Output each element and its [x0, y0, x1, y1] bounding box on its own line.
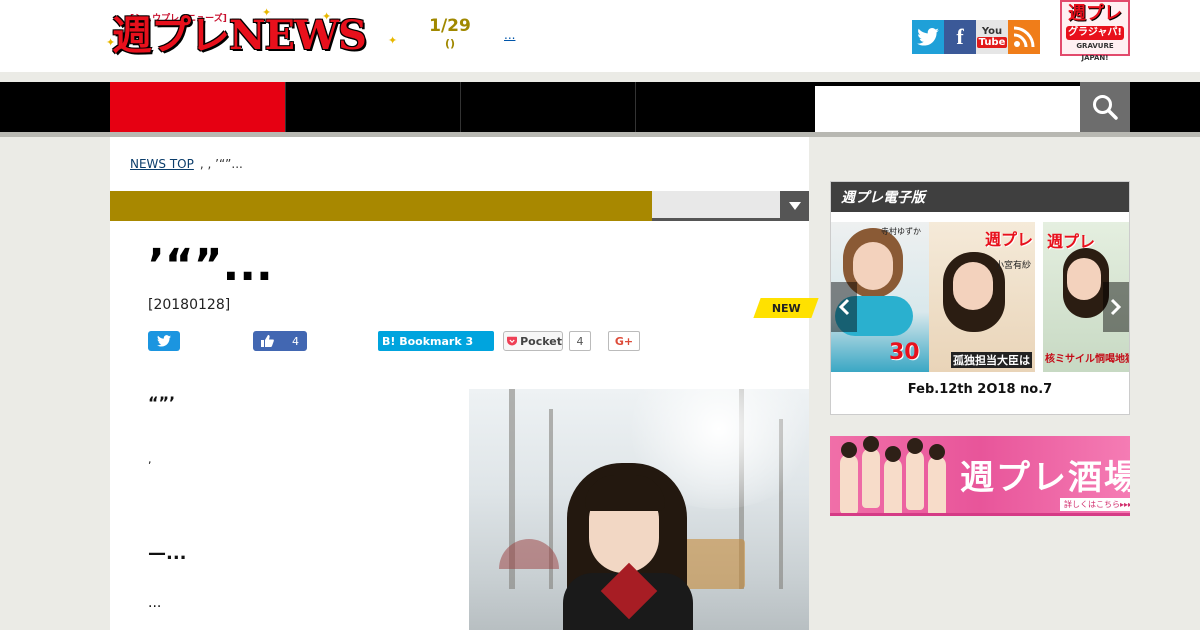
- today-date: 1/29 (): [420, 16, 480, 52]
- like-count: 4: [292, 334, 299, 348]
- search-button[interactable]: [1080, 82, 1130, 132]
- cover-name: 小宮有紗: [995, 261, 1032, 271]
- hatena-label: B! Bookmark 3: [382, 334, 474, 348]
- hatena-bookmark-button[interactable]: B! Bookmark 3: [378, 331, 494, 351]
- banner-model-head: [929, 444, 945, 460]
- article-subheading: —...: [148, 543, 187, 564]
- gravure-title: 週プレ: [1068, 3, 1122, 24]
- facebook-link[interactable]: f: [944, 20, 976, 54]
- ebook-issue[interactable]: Feb.12th 2O18 no.7: [831, 382, 1129, 397]
- ebook-widget: 週プレ電子版 寺村ゆずか 30 週プレ 小宮有紗 孤独担当大臣は 週プレ 核ミサ…: [830, 181, 1130, 415]
- nav-item-2[interactable]: [285, 82, 460, 132]
- shupure-sakaba-banner[interactable]: 週プレ酒場 詳しくはこちら▸▸▸: [830, 436, 1130, 516]
- star-icon: ✦: [106, 36, 116, 49]
- breadcrumb-rest: , , ’“”...: [199, 157, 243, 171]
- category-selector[interactable]: [652, 191, 780, 221]
- header-link[interactable]: ...: [504, 28, 579, 42]
- star-icon: ✦: [322, 10, 332, 23]
- youtube-link[interactable]: You Tube: [976, 20, 1008, 54]
- article-paragraph: ,: [148, 453, 152, 466]
- article-photo: [469, 389, 809, 630]
- banner-model: [928, 456, 946, 513]
- ebook-carousel: 寺村ゆずか 30 週プレ 小宮有紗 孤独担当大臣は 週プレ 核ミサイル恫喝地獄: [831, 222, 1129, 372]
- cover-face: [953, 262, 993, 310]
- category-bar: [110, 191, 652, 221]
- banner-model: [840, 454, 858, 513]
- chevron-right-icon: [1110, 298, 1122, 316]
- cover-face: [853, 242, 893, 290]
- cover-number: 30: [889, 340, 920, 365]
- banner-model: [906, 450, 924, 510]
- search-input[interactable]: [815, 86, 1080, 132]
- gravure-sub: グラジャパ!: [1066, 26, 1124, 40]
- banner-model-head: [885, 446, 901, 462]
- rss-link[interactable]: [1008, 20, 1040, 54]
- banner-models: [836, 436, 946, 513]
- gravure-caption: GRAVURE JAPAN!: [1076, 42, 1114, 62]
- twitter-link[interactable]: [912, 20, 944, 54]
- nav-item-1[interactable]: [110, 82, 285, 132]
- cover-headline: 孤独担当大臣は: [951, 352, 1032, 368]
- thumbs-up-icon: [261, 335, 274, 347]
- cover-face: [1067, 258, 1101, 300]
- photo-bangs: [585, 475, 665, 511]
- article-paragraph: “”’: [148, 393, 176, 412]
- youtube-icon-tube: Tube: [976, 37, 1008, 48]
- cover-headline: 核ミサイル恫喝地獄: [1045, 354, 1129, 365]
- site-logo[interactable]: [シュウプレ☆ニューズ] 週プレNEWS ✦ ✦ ✦ ✦: [106, 6, 400, 60]
- banner-model-head: [863, 436, 879, 452]
- search-icon: [1093, 95, 1118, 120]
- twitter-icon: [157, 335, 171, 347]
- twitter-icon: [917, 28, 939, 46]
- cover-name: 寺村ゆずか: [881, 227, 921, 236]
- banner-model-head: [841, 442, 857, 458]
- chevron-left-icon: [838, 298, 850, 316]
- youtube-icon-you: You: [981, 26, 1003, 37]
- pocket-button[interactable]: Pocket: [503, 331, 563, 351]
- pocket-icon: [507, 336, 518, 345]
- gravure-japan-banner[interactable]: 週プレ グラジャパ! GRAVURE JAPAN!: [1060, 0, 1130, 62]
- facebook-like-button[interactable]: 4: [253, 331, 307, 351]
- star-icon: ✦: [388, 34, 398, 47]
- tweet-button[interactable]: [148, 331, 180, 351]
- article-date: [20180128]: [148, 297, 231, 313]
- date-weekday: (): [444, 37, 456, 50]
- google-plus-button[interactable]: G+: [608, 331, 640, 351]
- pocket-label: Pocket: [520, 334, 562, 348]
- carousel-prev-button[interactable]: [831, 282, 857, 332]
- site-header: [シュウプレ☆ニューズ] 週プレNEWS ✦ ✦ ✦ ✦ 1/29 () ...…: [0, 0, 1200, 72]
- facebook-icon: f: [956, 24, 964, 49]
- carousel-next-button[interactable]: [1103, 282, 1129, 332]
- google-plus-icon: G+: [614, 334, 634, 348]
- banner-more-link[interactable]: 詳しくはこちら▸▸▸: [1060, 498, 1130, 511]
- star-icon: ✦: [262, 6, 272, 19]
- banner-model-head: [907, 438, 923, 454]
- article-main: NEWS TOP , , ’“”... ’“”... [20180128] 4 B…: [110, 137, 809, 630]
- breadcrumb-news-top[interactable]: NEWS TOP: [130, 157, 194, 171]
- banner-model: [884, 458, 902, 513]
- triangle-down-icon: [788, 202, 801, 210]
- category-dropdown-button[interactable]: [780, 191, 809, 221]
- cover-logo: 週プレ: [985, 230, 1034, 249]
- banner-model: [862, 448, 880, 508]
- breadcrumb: NEWS TOP , , ’“”...: [130, 157, 243, 171]
- article-paragraph: ...: [148, 595, 162, 611]
- ebook-cover[interactable]: 週プレ 小宮有紗 孤独担当大臣は: [929, 222, 1035, 372]
- nav-item-3[interactable]: [460, 82, 635, 132]
- nav-item-4[interactable]: [635, 82, 810, 132]
- new-badge-label: NEW: [771, 301, 801, 315]
- date-main: 1/29: [429, 16, 471, 36]
- pocket-count: 4: [569, 331, 591, 351]
- rss-icon: [1013, 26, 1035, 48]
- banner-title: 週プレ酒場: [960, 458, 1130, 498]
- ebook-heading: 週プレ電子版: [831, 182, 1129, 212]
- article-title: ’“”...: [148, 240, 273, 291]
- new-badge: NEW: [753, 298, 819, 318]
